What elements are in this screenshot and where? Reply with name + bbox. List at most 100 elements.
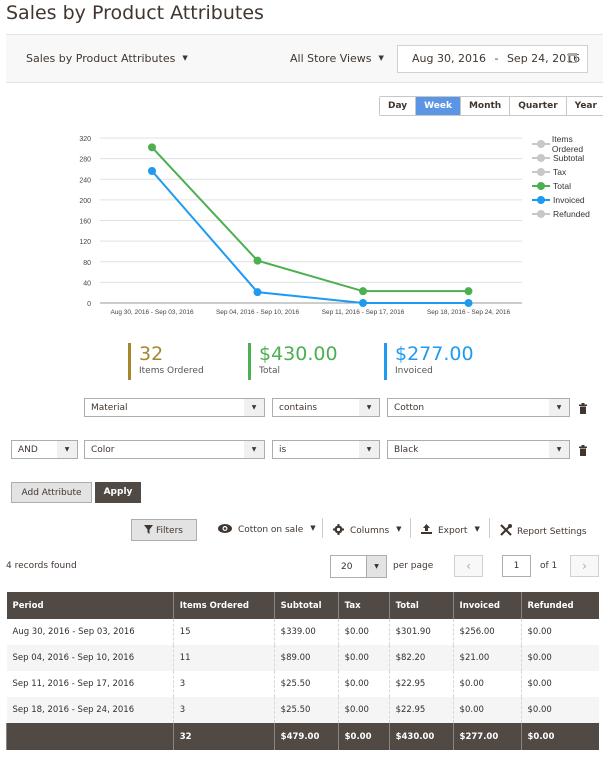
column-header-period[interactable]: Period [6,592,174,619]
cell: $89.00 [273,645,339,671]
cell: $339.00 [273,619,339,645]
chevron-down-icon: ▼ [244,399,264,416]
date-range-picker[interactable]: Aug 30, 2016 - Sep 24, 2016 [397,45,588,73]
chevron-down-icon: ▼ [549,399,569,416]
y-tick-label: 280 [79,157,91,164]
cell: $0.00 [337,645,390,671]
cell: $22.95 [388,697,454,723]
column-header-items-ordered[interactable]: Items Ordered [172,592,275,619]
trash-icon[interactable] [579,403,587,414]
per-page-value: 20 [341,562,353,572]
attribute-value: Material [91,403,128,413]
next-page-button[interactable]: › [570,555,599,577]
prev-page-button[interactable]: ‹ [454,555,483,577]
page-number-input[interactable]: 1 [502,555,531,577]
kpi-value: $430.00 [259,343,338,365]
legend-swatch-icon [532,154,550,162]
export-dropdown[interactable]: Export ▼ [421,524,480,536]
logic-select[interactable]: AND ▼ [11,440,78,459]
y-tick-label: 320 [79,136,91,143]
calendar-icon[interactable] [568,53,577,63]
y-tick-label: 120 [79,239,91,246]
legend-item-total[interactable]: Total [532,179,603,193]
legend-swatch-icon [532,196,550,204]
data-point [359,299,367,307]
table-row: Sep 04, 2016 - Sep 10, 2016 11 $89.00 $0.00… [6,645,599,671]
divider [322,518,323,538]
apply-button[interactable]: Apply [95,482,141,503]
divider [410,518,411,538]
table-row: Sep 18, 2016 - Sep 24, 2016 3 $25.50 $0.00 $… [6,697,599,723]
trash-icon[interactable] [579,445,587,456]
cell: $25.50 [273,697,339,723]
date-from: Aug 30, 2016 [412,52,486,65]
report-type-dropdown[interactable]: Sales by Product Attributes ▼ [26,52,188,65]
value-select[interactable]: Cotton ▼ [387,398,570,417]
funnel-icon [144,525,153,534]
x-tick-label: Sep 18, 2016 - Sep 24, 2016 [427,309,511,316]
chevron-down-icon: ▼ [57,441,77,458]
column-header-total[interactable]: Total [388,592,454,619]
cell [6,723,174,750]
tab-day[interactable]: Day [380,97,417,115]
per-page-select[interactable]: 20 ▼ [330,555,387,578]
cell: $0.00 [520,671,599,697]
column-header-subtotal[interactable]: Subtotal [273,592,339,619]
filters-button[interactable]: Filters [131,519,197,541]
view-dropdown[interactable]: Cotton on sale ▼ [218,524,316,535]
sales-line-chart: 0 40 80 120 160 200 240 280 320 Aug 30, 2016 - Se… [79,136,522,316]
kpi-invoiced: $277.00 Invoiced [384,343,474,380]
columns-label: Columns [350,526,390,536]
tools-icon [500,524,512,536]
column-header-tax[interactable]: Tax [337,592,390,619]
gear-icon [333,524,344,535]
cell: 3 [172,671,275,697]
legend-label: Invoiced [553,195,585,205]
add-attribute-button[interactable]: Add Attribute [11,482,92,503]
value-select[interactable]: Black ▼ [387,440,570,459]
kpi-value: $277.00 [395,343,474,365]
legend-swatch-icon [532,210,550,218]
legend-label: Total [553,181,571,191]
chevron-right-icon: › [582,559,587,573]
caret-down-icon: ▼ [182,54,188,62]
cell: $256.00 [452,619,521,645]
chevron-down-icon: ▼ [366,556,386,577]
columns-dropdown[interactable]: Columns ▼ [333,524,402,536]
series-line-total [151,146,469,293]
report-settings-button[interactable]: Report Settings [500,524,587,537]
legend-label: Items Ordered [551,134,584,154]
series-line-invoiced [151,170,469,304]
chart-legend: Items Ordered Subtotal Tax Total Invoiced Ref… [532,134,603,221]
x-tick-label: Sep 04, 2016 - Sep 10, 2016 [216,309,300,316]
cell: $0.00 [337,671,390,697]
legend-item-items-ordered[interactable]: Items Ordered [532,134,603,154]
store-view-dropdown[interactable]: All Store Views ▼ [290,52,384,65]
tab-quarter[interactable]: Quarter [510,97,567,115]
column-header-invoiced[interactable]: Invoiced [452,592,521,619]
tab-month[interactable]: Month [460,97,511,115]
attribute-select[interactable]: Material ▼ [84,398,265,417]
column-header-refunded[interactable]: Refunded [520,592,599,619]
store-view-label: All Store Views [290,52,372,65]
totals-row: 32 $479.00 $0.00 $430.00 $277.00 $0.00 [6,723,599,750]
cell: 11 [172,645,275,671]
legend-item-refunded[interactable]: Refunded [532,207,603,221]
page-title: Sales by Product Attributes [6,2,264,24]
legend-swatch-icon [532,140,550,148]
tab-week[interactable]: Week [416,97,461,115]
legend-item-invoiced[interactable]: Invoiced [532,193,603,207]
tab-year[interactable]: Year [566,97,603,115]
data-point [148,167,156,175]
kpi-total: $430.00 Total [248,343,338,380]
legend-item-tax[interactable]: Tax [532,165,603,179]
y-tick-label: 160 [79,219,91,226]
operator-select[interactable]: is ▼ [272,440,380,459]
report-settings-label: Report Settings [517,527,587,537]
cell: Sep 04, 2016 - Sep 10, 2016 [6,645,174,671]
condition-value: Cotton [394,403,425,413]
cell: Sep 11, 2016 - Sep 17, 2016 [12,679,135,689]
operator-select[interactable]: contains ▼ [272,398,380,417]
attribute-select[interactable]: Color ▼ [84,440,265,459]
y-tick-label: 240 [79,177,91,184]
